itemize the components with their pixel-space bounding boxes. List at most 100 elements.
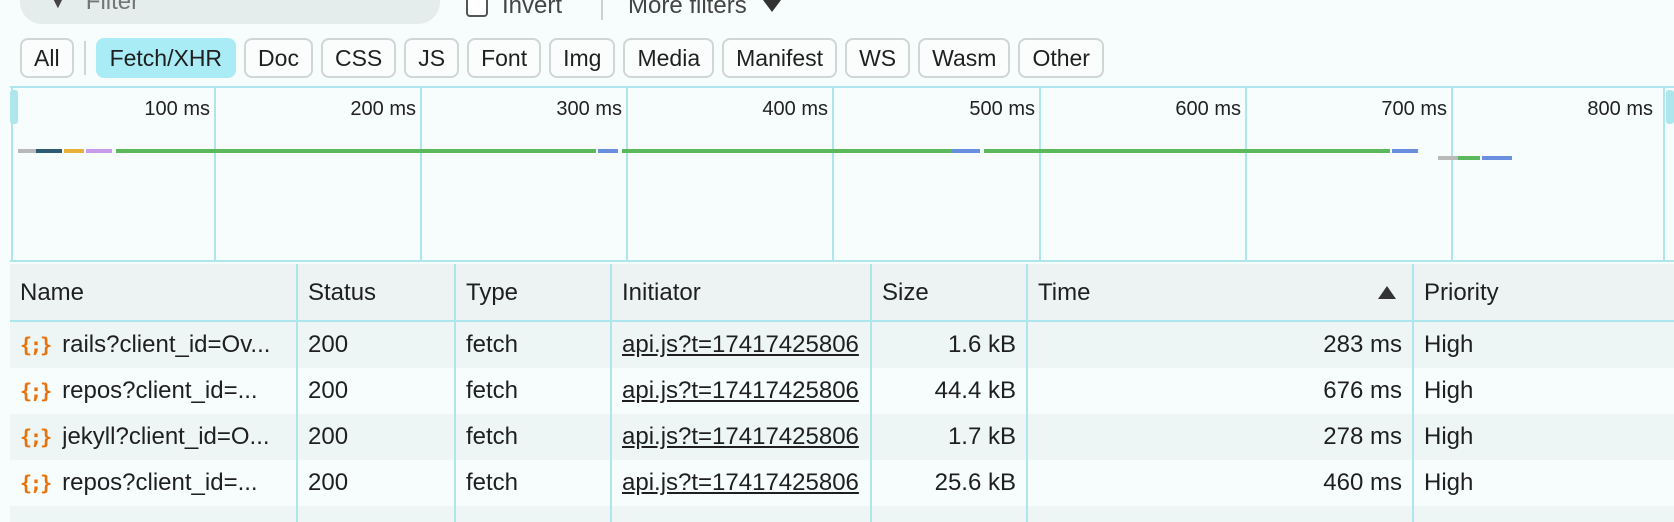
chip-js[interactable]: JS xyxy=(404,38,460,78)
cell-type: fetch xyxy=(456,368,612,414)
network-overview[interactable]: 100 ms 200 ms 300 ms 400 ms 500 ms 600 m… xyxy=(10,86,1674,262)
cell-size: 44.4 kB xyxy=(872,368,1028,414)
more-filters-button[interactable]: More filters xyxy=(628,0,781,20)
timing-segment xyxy=(622,149,952,153)
cell-status: 200 xyxy=(298,414,456,460)
chip-label: Img xyxy=(563,44,602,71)
cell-type: fetch xyxy=(456,460,612,506)
fetch-icon: {;} xyxy=(20,379,52,403)
cell-empty xyxy=(612,506,872,522)
chip-wasm[interactable]: Wasm xyxy=(918,38,1011,78)
cell-empty xyxy=(298,506,456,522)
timing-segment xyxy=(952,149,980,153)
cell-empty xyxy=(10,506,298,522)
request-name: repos?client_id=... xyxy=(62,469,258,496)
cell-name: {;} repos?client_id=... xyxy=(10,460,298,506)
column-header-size[interactable]: Size xyxy=(872,264,1028,322)
table-header: Name Status Type Initiator Size Time Pri… xyxy=(10,264,1674,322)
tick-label: 800 ms xyxy=(1587,98,1653,120)
cell-type: fetch xyxy=(456,414,612,460)
range-handle-right xyxy=(1666,90,1674,124)
cell-time: 278 ms xyxy=(1028,414,1414,460)
cell-initiator: api.js?t=17417425806 xyxy=(612,368,872,414)
chip-label: Media xyxy=(637,44,701,71)
chip-ws[interactable]: WS xyxy=(845,38,911,78)
chip-fetch-xhr[interactable]: Fetch/XHR xyxy=(95,38,237,78)
chip-label: Fetch/XHR xyxy=(109,44,223,71)
cell-size: 25.6 kB xyxy=(872,460,1028,506)
table-row[interactable]: {;} repos?client_id=... 200 fetch api.js?… xyxy=(10,460,1674,506)
cell-initiator: api.js?t=17417425806 xyxy=(612,414,872,460)
header-label: Initiator xyxy=(622,279,701,306)
initiator-link[interactable]: api.js?t=17417425806 xyxy=(622,377,859,405)
cell-name: {;} rails?client_id=Ov... xyxy=(10,322,298,368)
cell-status: 200 xyxy=(298,460,456,506)
cell-initiator: api.js?t=17417425806 xyxy=(612,460,872,506)
timing-segment xyxy=(1458,156,1480,160)
chip-label: Doc xyxy=(258,44,299,71)
chip-doc[interactable]: Doc xyxy=(244,38,313,78)
chip-label: Font xyxy=(481,44,528,71)
cell-empty xyxy=(1028,506,1414,522)
cell-time: 283 ms xyxy=(1028,322,1414,368)
chip-media[interactable]: Media xyxy=(623,38,715,78)
cell-initiator: api.js?t=17417425806 xyxy=(612,322,872,368)
timing-segment xyxy=(116,149,596,153)
timing-segment xyxy=(1392,149,1418,153)
filter-input[interactable]: ▼ Filter xyxy=(20,0,440,24)
request-name: jekyll?client_id=O... xyxy=(62,423,270,450)
chip-all[interactable]: All xyxy=(20,38,74,78)
table-row[interactable]: {;} rails?client_id=Ov... 200 fetch api.j… xyxy=(10,322,1674,368)
timing-segment xyxy=(1482,156,1512,160)
sort-ascending-icon xyxy=(1378,286,1396,299)
column-header-time[interactable]: Time xyxy=(1028,264,1414,322)
chip-img[interactable]: Img xyxy=(549,38,616,78)
cell-priority: High xyxy=(1424,377,1474,404)
request-name: rails?client_id=Ov... xyxy=(62,331,271,358)
range-handle-left xyxy=(10,90,18,124)
cell-size: 1.7 kB xyxy=(872,414,1028,460)
column-header-name[interactable]: Name xyxy=(10,264,298,322)
cell-name: {;} jekyll?client_id=O... xyxy=(10,414,298,460)
initiator-link[interactable]: api.js?t=17417425806 xyxy=(622,469,859,497)
tick-label: 400 ms xyxy=(762,98,828,120)
tick-label: 100 ms xyxy=(144,98,210,120)
fetch-icon: {;} xyxy=(20,333,52,357)
chip-css[interactable]: CSS xyxy=(320,38,397,78)
filter-placeholder: Filter xyxy=(85,0,140,15)
tick-label: 300 ms xyxy=(556,98,622,120)
chip-manifest[interactable]: Manifest xyxy=(722,38,838,78)
cell-priority: High xyxy=(1424,423,1474,450)
cell-type: fetch xyxy=(456,322,612,368)
column-header-initiator[interactable]: Initiator xyxy=(612,264,872,322)
funnel-icon: ▼ xyxy=(48,0,68,13)
timing-segment xyxy=(598,149,618,153)
table-row[interactable]: {;} repos?client_id=... 200 fetch api.js?… xyxy=(10,368,1674,414)
table-row-filler xyxy=(10,506,1674,522)
chip-label: Wasm xyxy=(932,44,997,71)
column-header-priority[interactable]: Priority xyxy=(1414,264,1674,322)
cell-priority: High xyxy=(1424,469,1474,496)
tick-label: 200 ms xyxy=(350,98,416,120)
timing-segment xyxy=(18,149,36,153)
cell-time: 460 ms xyxy=(1028,460,1414,506)
table-row[interactable]: {;} jekyll?client_id=O... 200 fetch api.j… xyxy=(10,414,1674,460)
fetch-icon: {;} xyxy=(20,425,52,449)
timing-segment xyxy=(36,149,62,153)
header-label: Type xyxy=(466,279,519,306)
timing-segment xyxy=(64,149,84,153)
chip-font[interactable]: Font xyxy=(467,38,542,78)
fetch-icon: {;} xyxy=(20,471,52,495)
checkbox-icon[interactable] xyxy=(466,0,488,17)
request-name: repos?client_id=... xyxy=(62,377,258,404)
header-label: Size xyxy=(882,279,929,306)
cell-empty xyxy=(456,506,612,522)
invert-checkbox[interactable]: Invert xyxy=(466,0,562,20)
cell-empty xyxy=(1414,506,1674,522)
initiator-link[interactable]: api.js?t=17417425806 xyxy=(622,331,859,359)
column-header-status[interactable]: Status xyxy=(298,264,456,322)
chip-other[interactable]: Other xyxy=(1018,38,1104,78)
header-label: Status xyxy=(308,279,377,306)
initiator-link[interactable]: api.js?t=17417425806 xyxy=(622,423,859,451)
column-header-type[interactable]: Type xyxy=(456,264,612,322)
